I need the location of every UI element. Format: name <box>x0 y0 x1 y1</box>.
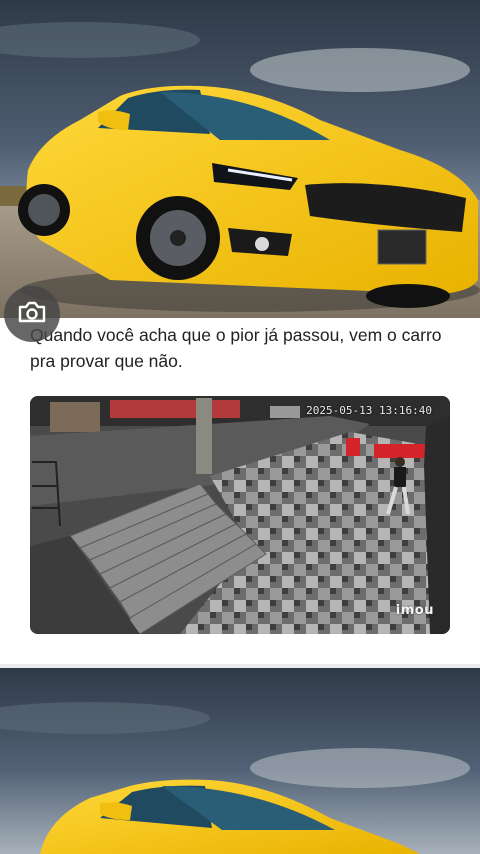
post-caption: Quando você acha que o pior já passou, v… <box>30 325 442 371</box>
hero-image-bottom[interactable] <box>0 668 480 854</box>
camera-icon <box>18 301 46 323</box>
camera-brand-watermark: imou <box>395 603 434 618</box>
car-photo-next <box>0 668 480 854</box>
hero-image-top[interactable] <box>0 0 480 318</box>
camera-button[interactable] <box>4 286 60 342</box>
cctv-frame <box>30 396 450 634</box>
video-timestamp: 2025-05-13 13:16:40 <box>306 404 432 417</box>
car-photo <box>0 0 480 318</box>
video-thumbnail[interactable]: 2025-05-13 13:16:40 imou <box>30 396 450 634</box>
